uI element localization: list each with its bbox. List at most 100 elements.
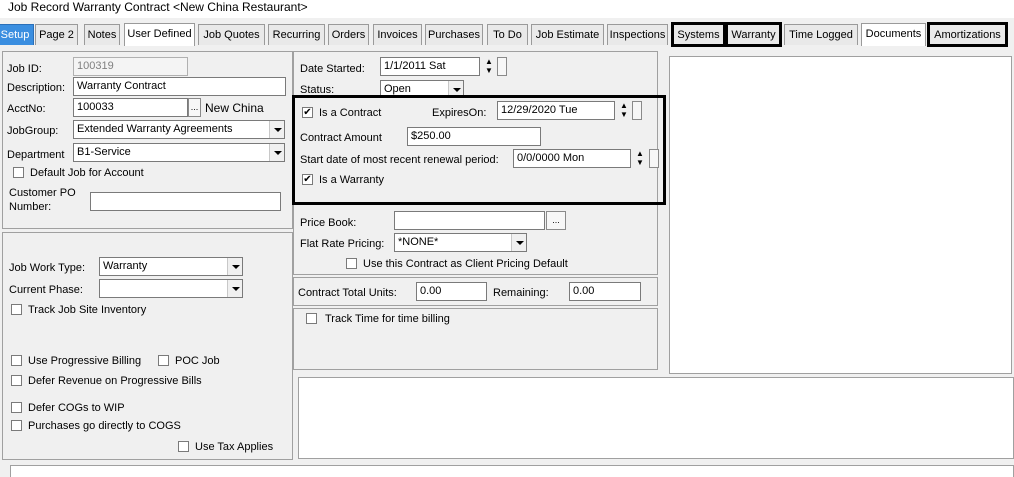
tab-recurring[interactable]: Recurring [268,24,325,45]
defer-cogs-checkbox[interactable] [11,402,22,413]
purchases-cogs-checkbox[interactable] [11,420,22,431]
jobgroup-label: JobGroup: [7,125,59,137]
tab-inspections[interactable]: Inspections [607,24,668,45]
is-contract-label: Is a Contract [319,107,382,119]
expires-field[interactable]: 12/29/2020 Tue [497,101,615,120]
date-started-label: Date Started: [300,63,365,75]
chevron-down-icon [511,234,526,251]
progressive-billing-checkbox[interactable] [11,355,22,366]
expires-picker-button[interactable] [632,101,642,120]
chevron-down-icon [227,258,242,275]
tab-purchases[interactable]: Purchases [425,24,483,45]
tab-strip: Setup Page 2 Notes User Defined Job Quot… [0,22,1014,47]
jobgroup-value: Extended Warranty Agreements [77,123,233,135]
contract-amount-label: Contract Amount [300,132,382,144]
tab-notes[interactable]: Notes [84,24,120,45]
department-label: Department [7,149,65,161]
tab-setup[interactable]: Setup [0,24,34,45]
acct-browse-button[interactable]: ... [188,98,201,117]
expires-label: ExpiresOn: [432,107,487,119]
chevron-down-icon [269,121,284,138]
description-label: Description: [7,82,66,94]
chevron-down-icon [227,280,242,297]
status-value: Open [384,83,411,95]
date-started-spinner[interactable]: ▲ ▼ [483,57,495,76]
progressive-billing-label: Use Progressive Billing [28,355,142,367]
current-phase-select[interactable] [99,279,243,298]
customer-po-label: Customer PO Number: [9,187,76,213]
track-time-checkbox[interactable] [306,313,317,324]
is-warranty-label: Is a Warranty [319,174,384,186]
use-tax-checkbox[interactable] [178,441,189,452]
tab-orders[interactable]: Orders [328,24,369,45]
expires-spinner[interactable]: ▲ ▼ [618,101,630,120]
flat-rate-select[interactable]: *NONE* [394,233,527,252]
job-id-label: Job ID: [7,63,42,75]
department-select[interactable]: B1-Service [73,143,285,162]
is-contract-checkbox[interactable] [302,107,313,118]
defer-cogs-label: Defer COGs to WIP [28,402,125,414]
use-tax-label: Use Tax Applies [195,441,274,453]
notes-area[interactable] [298,377,1014,459]
price-book-browse-button[interactable]: ... [546,211,566,230]
poc-job-checkbox[interactable] [158,355,169,366]
current-phase-label: Current Phase: [9,284,83,296]
acctno-label: AcctNo: [7,103,46,115]
client-pricing-checkbox[interactable] [346,258,357,269]
poc-job-label: POC Job [175,355,220,367]
tab-job-quotes[interactable]: Job Quotes [198,24,265,45]
tab-invoices[interactable]: Invoices [373,24,422,45]
contract-units-field[interactable]: 0.00 [416,282,487,301]
track-inventory-checkbox[interactable] [11,304,22,315]
tab-warranty[interactable]: Warranty [725,22,782,47]
renewal-label: Start date of most recent renewal period… [300,154,499,166]
default-job-checkbox[interactable] [13,167,24,178]
bottom-grid-strip [10,465,1014,477]
department-value: B1-Service [77,146,131,158]
remaining-field[interactable]: 0.00 [569,282,641,301]
renewal-picker-button[interactable] [649,149,659,168]
description-field[interactable]: Warranty Contract [73,77,286,96]
renewal-spinner[interactable]: ▲ ▼ [634,149,646,168]
renewal-field[interactable]: 0/0/0000 Mon [513,149,631,168]
chevron-down-icon [269,144,284,161]
contract-units-label: Contract Total Units: [298,287,397,299]
tab-documents[interactable]: Documents [861,23,926,46]
price-book-field[interactable] [394,211,545,230]
tab-amortizations[interactable]: Amortizations [927,22,1008,47]
track-inventory-label: Track Job Site Inventory [28,304,147,316]
tab-user-defined[interactable]: User Defined [124,23,195,46]
window-title: Job Record Warranty Contract <New China … [0,0,1014,18]
customer-po-field[interactable] [90,192,281,211]
flat-rate-label: Flat Rate Pricing: [300,238,385,250]
tab-to-do[interactable]: To Do [487,24,528,45]
chevron-down-icon [448,81,463,95]
status-select[interactable]: Open [380,80,464,96]
work-type-value: Warranty [103,260,148,272]
acct-name: New China [205,101,264,115]
is-warranty-checkbox[interactable] [302,174,313,185]
date-started-field[interactable]: 1/1/2011 Sat [380,57,480,76]
flat-rate-value: *NONE* [398,236,439,248]
defer-revenue-checkbox[interactable] [11,375,22,386]
defer-revenue-label: Defer Revenue on Progressive Bills [28,375,202,387]
work-type-label: Job Work Type: [9,262,86,274]
status-label: Status: [300,84,335,96]
purchases-cogs-label: Purchases go directly to COGS [28,420,181,432]
tab-page-2[interactable]: Page 2 [35,24,78,45]
acctno-field[interactable]: 100033 [73,98,188,117]
work-type-select[interactable]: Warranty [99,257,243,276]
jobgroup-select[interactable]: Extended Warranty Agreements [73,120,285,139]
job-id-field: 100319 [73,57,188,76]
client-pricing-label: Use this Contract as Client Pricing Defa… [363,258,568,270]
remaining-label: Remaining: [493,287,549,299]
date-started-picker-button[interactable] [497,57,507,76]
tab-time-logged[interactable]: Time Logged [784,24,858,45]
tab-job-estimate[interactable]: Job Estimate [531,24,604,45]
tab-systems[interactable]: Systems [671,22,726,47]
contract-amount-field[interactable]: $250.00 [407,127,541,146]
price-book-label: Price Book: [300,217,357,229]
track-time-label: Track Time for time billing [325,313,450,325]
default-job-label: Default Job for Account [30,167,144,179]
documents-pane[interactable] [669,56,1012,374]
